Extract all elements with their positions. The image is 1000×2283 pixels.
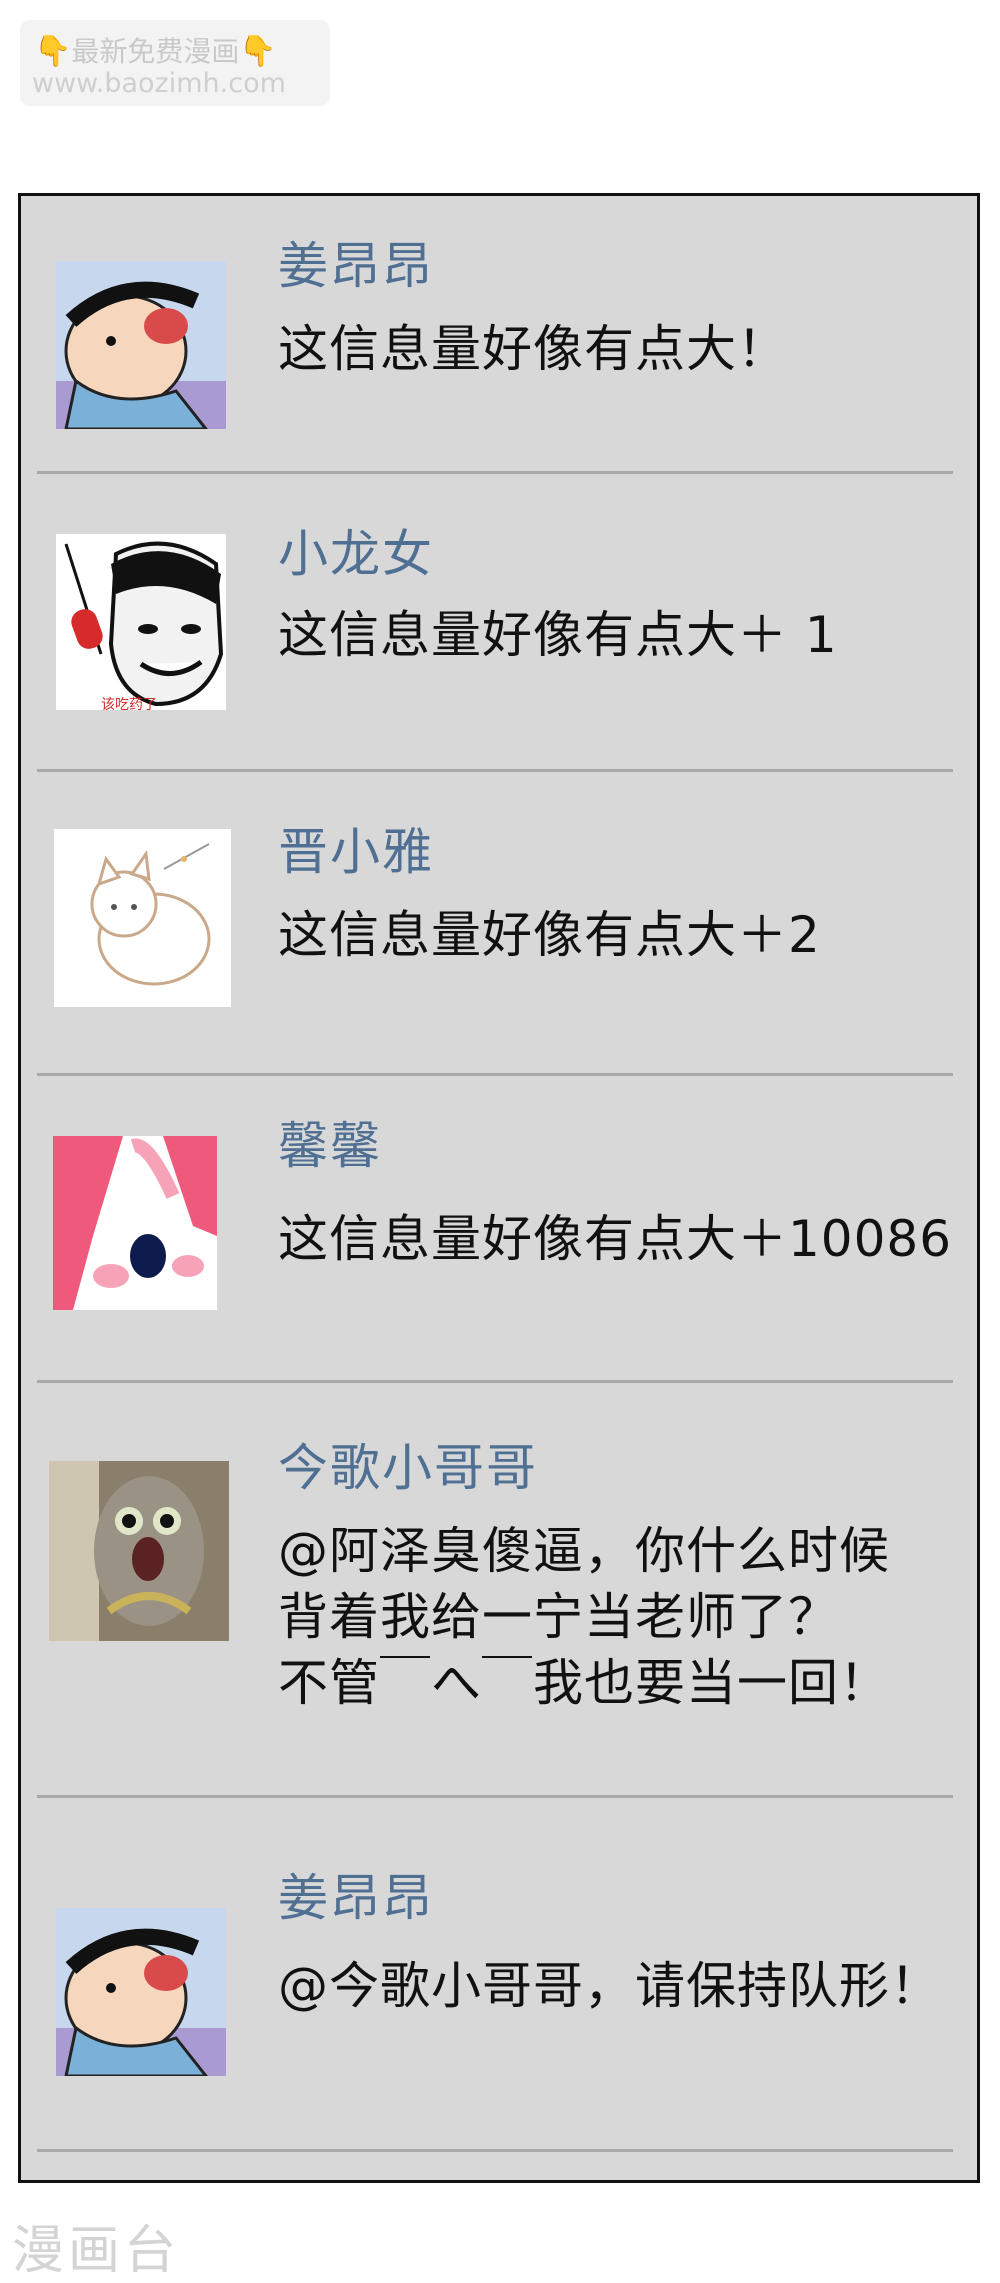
watermark-badge: 👇最新免费漫画👇 www.baozimh.com bbox=[20, 20, 330, 106]
comment-author[interactable]: 馨馨 bbox=[278, 1106, 382, 1178]
watermark-logo: 漫画台 bbox=[12, 2221, 181, 2281]
meme-face-avatar[interactable] bbox=[56, 534, 226, 710]
pink-bunny-avatar[interactable] bbox=[53, 1136, 217, 1310]
white-cat-avatar[interactable] bbox=[54, 829, 231, 1007]
comment-list-panel: 姜昂昂 这信息量好像有点大！ 该吃药了 小龙女 这信息量好像有点大＋ 1 晋小雅… bbox=[18, 193, 980, 2183]
avatar-caption: 该吃药了 bbox=[101, 697, 157, 713]
comment-author[interactable]: 姜昂昂 bbox=[278, 226, 434, 298]
comment-item: 姜昂昂 @今歌小哥哥，请保持队形！ bbox=[21, 1798, 977, 2158]
comment-text: 这信息量好像有点大＋2 bbox=[278, 906, 821, 964]
comment-text: @今歌小哥哥，请保持队形！ bbox=[278, 1957, 941, 2015]
watermark-title: 最新免费漫画 bbox=[71, 35, 240, 68]
comment-text-line: 不管￣へ￣我也要当一回！ bbox=[278, 1654, 890, 1712]
comment-author[interactable]: 小龙女 bbox=[278, 514, 434, 586]
comment-item: 姜昂昂 这信息量好像有点大！ bbox=[21, 196, 977, 476]
comment-text: 这信息量好像有点大＋ 1 bbox=[278, 606, 838, 664]
pointing-down-icon: 👇 bbox=[34, 34, 72, 69]
comment-author[interactable]: 今歌小哥哥 bbox=[278, 1428, 538, 1500]
comment-item: 今歌小哥哥 @阿泽臭傻逼，你什么时候 背着我给一宁当老师了？ 不管￣へ￣我也要当… bbox=[21, 1383, 977, 1793]
comment-text: 这信息量好像有点大＋10086 bbox=[278, 1210, 953, 1268]
comment-item: 晋小雅 这信息量好像有点大＋2 bbox=[21, 772, 977, 1077]
divider bbox=[37, 2149, 953, 2152]
comment-author[interactable]: 姜昂昂 bbox=[278, 1858, 434, 1930]
comment-text: 这信息量好像有点大！ bbox=[278, 320, 788, 378]
crayon-shinchan-avatar[interactable] bbox=[56, 261, 226, 429]
crayon-shinchan-avatar[interactable] bbox=[56, 1908, 226, 2076]
pointing-down-icon: 👇 bbox=[239, 34, 277, 69]
comment-author[interactable]: 晋小雅 bbox=[278, 812, 434, 884]
comment-item: 该吃药了 小龙女 这信息量好像有点大＋ 1 bbox=[21, 474, 977, 774]
comment-item: 馨馨 这信息量好像有点大＋10086 bbox=[21, 1076, 977, 1386]
comment-text-line: @阿泽臭傻逼，你什么时候 bbox=[278, 1522, 890, 1580]
watermark-url: www.baozimh.com bbox=[32, 68, 286, 99]
shocked-cat-avatar[interactable] bbox=[49, 1461, 229, 1641]
comment-text-line: 背着我给一宁当老师了？ bbox=[278, 1588, 839, 1646]
